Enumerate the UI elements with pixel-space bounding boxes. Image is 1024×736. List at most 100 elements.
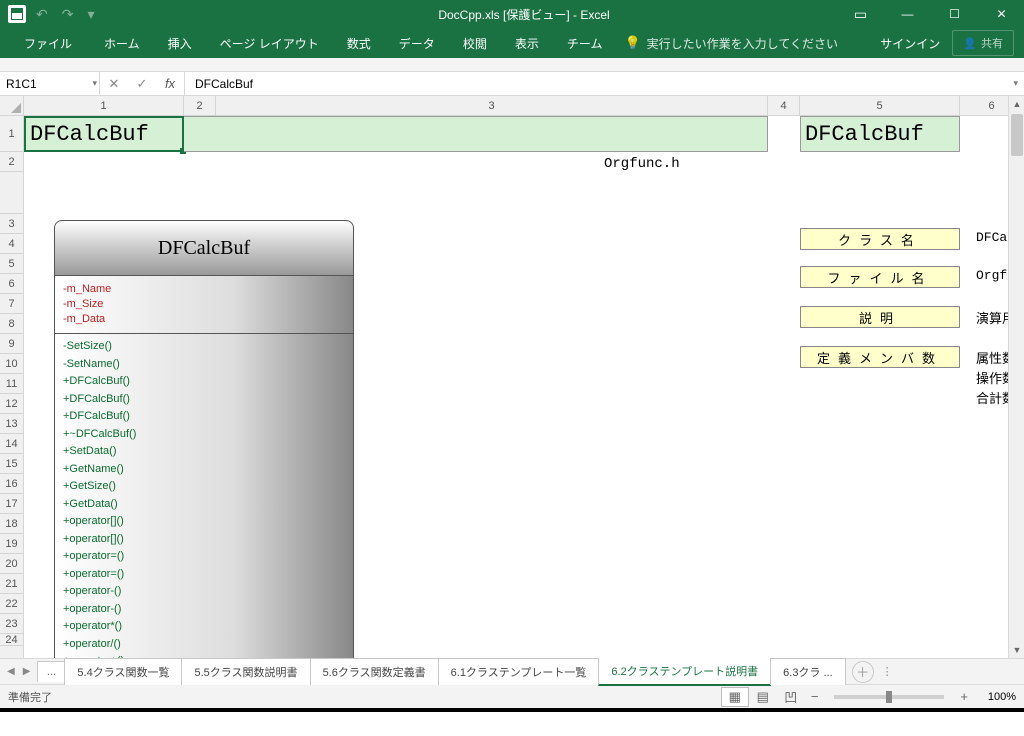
sheet-tab-overflow-left[interactable]: ... <box>37 661 65 682</box>
zoom-out-button[interactable]: − <box>805 689 825 704</box>
undo-button[interactable]: ↶ <box>32 6 52 23</box>
minimize-button[interactable]: — <box>885 0 930 28</box>
ribbon-options-button[interactable]: ▭ <box>838 0 883 28</box>
zoom-percent[interactable]: 100% <box>974 691 1016 703</box>
save-icon[interactable] <box>8 5 26 23</box>
ribbon-tab-home[interactable]: ホーム <box>90 28 154 58</box>
row-header[interactable]: 20 <box>0 554 23 574</box>
redo-button[interactable]: ↷ <box>58 6 78 23</box>
row-header-blank[interactable] <box>0 172 23 214</box>
row-header[interactable]: 2 <box>0 152 23 172</box>
label-description[interactable]: 説明 <box>800 306 960 328</box>
row-header[interactable]: 5 <box>0 254 23 274</box>
row-header[interactable]: 6 <box>0 274 23 294</box>
row-header[interactable]: 21 <box>0 574 23 594</box>
qat-customize-icon[interactable]: ▾ <box>83 6 98 23</box>
row-header[interactable]: 16 <box>0 474 23 494</box>
chevron-down-icon[interactable]: ▾ <box>92 78 97 89</box>
sheet-tab[interactable]: 6.1クラステンプレート一覧 <box>438 658 600 685</box>
close-button[interactable]: ✕ <box>979 0 1024 28</box>
expand-formula-icon[interactable]: ▾ <box>1013 78 1018 89</box>
tab-nav-prev-icon[interactable]: ◀ <box>4 666 18 677</box>
ribbon-tab-team[interactable]: チーム <box>553 28 617 58</box>
column-header[interactable]: 1 <box>24 96 184 115</box>
sheet-tab[interactable]: 6.3クラ ... <box>770 658 846 685</box>
formula-input[interactable]: DFCalcBuf ▾ <box>185 72 1024 95</box>
tell-me[interactable]: 💡 実行したい作業を入力してください <box>624 35 837 52</box>
uml-op: +operator[]() <box>63 531 345 549</box>
row-header[interactable]: 22 <box>0 594 23 614</box>
uml-op: +operator-() <box>63 583 345 601</box>
scroll-down-icon[interactable]: ▼ <box>1009 642 1024 658</box>
grid-main[interactable]: 1 2 3 4 5 6 DFCalcBuf DFCalcBuf Orgfunc.… <box>24 96 1024 658</box>
zoom-slider-handle[interactable] <box>886 691 892 703</box>
ribbon-tab-view[interactable]: 表示 <box>501 28 553 58</box>
uml-op: +GetName() <box>63 461 345 479</box>
ribbon-tab-pagelayout[interactable]: ページ レイアウト <box>206 28 333 58</box>
insert-function-button[interactable]: fx <box>156 76 184 91</box>
row-header[interactable]: 8 <box>0 314 23 334</box>
row-header[interactable]: 3 <box>0 214 23 234</box>
add-sheet-button[interactable]: ＋ <box>852 661 874 683</box>
zoom-in-button[interactable]: + <box>954 689 974 704</box>
row-header[interactable]: 9 <box>0 334 23 354</box>
sheet-tab[interactable]: 5.5クラス関数説明書 <box>181 658 310 685</box>
column-header[interactable]: 4 <box>768 96 800 115</box>
ribbon-tab-file[interactable]: ファイル <box>6 28 90 58</box>
column-header[interactable]: 2 <box>184 96 216 115</box>
row-header[interactable]: 15 <box>0 454 23 474</box>
row-header[interactable]: 18 <box>0 514 23 534</box>
view-pagebreak-button[interactable]: 凹 <box>777 687 805 707</box>
share-button[interactable]: 共有 <box>952 30 1014 56</box>
active-cell[interactable]: DFCalcBuf <box>24 116 184 152</box>
column-header[interactable]: 3 <box>216 96 768 115</box>
row-header[interactable]: 19 <box>0 534 23 554</box>
sheet-tab[interactable]: 5.6クラス関数定義書 <box>310 658 439 685</box>
row-header[interactable]: 12 <box>0 394 23 414</box>
row-header[interactable]: 14 <box>0 434 23 454</box>
scroll-up-icon[interactable]: ▲ <box>1009 96 1024 112</box>
ribbon-tab-data[interactable]: データ <box>385 28 449 58</box>
column-header[interactable]: 5 <box>800 96 960 115</box>
uml-op: +SetData() <box>63 443 345 461</box>
row-header[interactable]: 24 <box>0 634 23 646</box>
quick-access-toolbar: ↶ ↷ ▾ <box>0 5 210 23</box>
view-pagelayout-button[interactable]: ▤ <box>749 687 777 707</box>
sheet-tab-menu-icon[interactable]: ⋮ <box>874 665 901 678</box>
row-header[interactable]: 1 <box>0 116 23 152</box>
label-member-count[interactable]: 定義メンバ数 <box>800 346 960 368</box>
row-header[interactable]: 10 <box>0 354 23 374</box>
ribbon-tab-insert[interactable]: 挿入 <box>154 28 206 58</box>
vertical-scrollbar[interactable]: ▲ ▼ <box>1008 96 1024 658</box>
ribbon-tab-formulas[interactable]: 数式 <box>333 28 385 58</box>
name-box[interactable]: R1C1 ▾ <box>0 72 100 95</box>
signin-link[interactable]: サインイン <box>868 35 952 52</box>
row-header[interactable]: 7 <box>0 294 23 314</box>
view-normal-button[interactable]: ▦ <box>721 687 749 707</box>
select-all-corner[interactable] <box>0 96 23 116</box>
merged-cell-bc1[interactable] <box>184 116 768 152</box>
ribbon-tab-review[interactable]: 校閲 <box>449 28 501 58</box>
label-file-name[interactable]: ファイル名 <box>800 266 960 288</box>
sheet-tab[interactable]: 5.4クラス関数一覧 <box>64 658 182 685</box>
tab-nav-next-icon[interactable]: ▶ <box>20 666 34 677</box>
worksheet-grid: 1 2 3 4 5 6 7 8 9 10 11 12 13 14 15 16 1… <box>0 96 1024 658</box>
sheet-tab-active[interactable]: 6.2クラステンプレート説明書 <box>598 657 771 686</box>
row-header[interactable]: 17 <box>0 494 23 514</box>
zoom-slider[interactable] <box>834 695 944 699</box>
accept-formula-button[interactable]: ✓ <box>128 76 156 92</box>
cancel-formula-button[interactable]: ✕ <box>100 76 128 92</box>
scroll-thumb[interactable] <box>1011 114 1023 156</box>
uml-class-diagram[interactable]: DFCalcBuf -m_Name -m_Size -m_Data -SetSi… <box>54 220 354 658</box>
row-header[interactable]: 23 <box>0 614 23 634</box>
uml-op: -SetSize() <box>63 338 345 356</box>
label-class-name[interactable]: クラス名 <box>800 228 960 250</box>
row-header[interactable]: 4 <box>0 234 23 254</box>
cell-e1[interactable]: DFCalcBuf <box>800 116 960 152</box>
cells-area[interactable]: DFCalcBuf DFCalcBuf Orgfunc.h クラス名 DFCal… <box>24 116 1024 658</box>
uml-op: +operator/() <box>63 636 345 654</box>
row-header[interactable]: 11 <box>0 374 23 394</box>
row-header[interactable]: 13 <box>0 414 23 434</box>
maximize-button[interactable]: ☐ <box>932 0 977 28</box>
lightbulb-icon: 💡 <box>624 35 640 51</box>
